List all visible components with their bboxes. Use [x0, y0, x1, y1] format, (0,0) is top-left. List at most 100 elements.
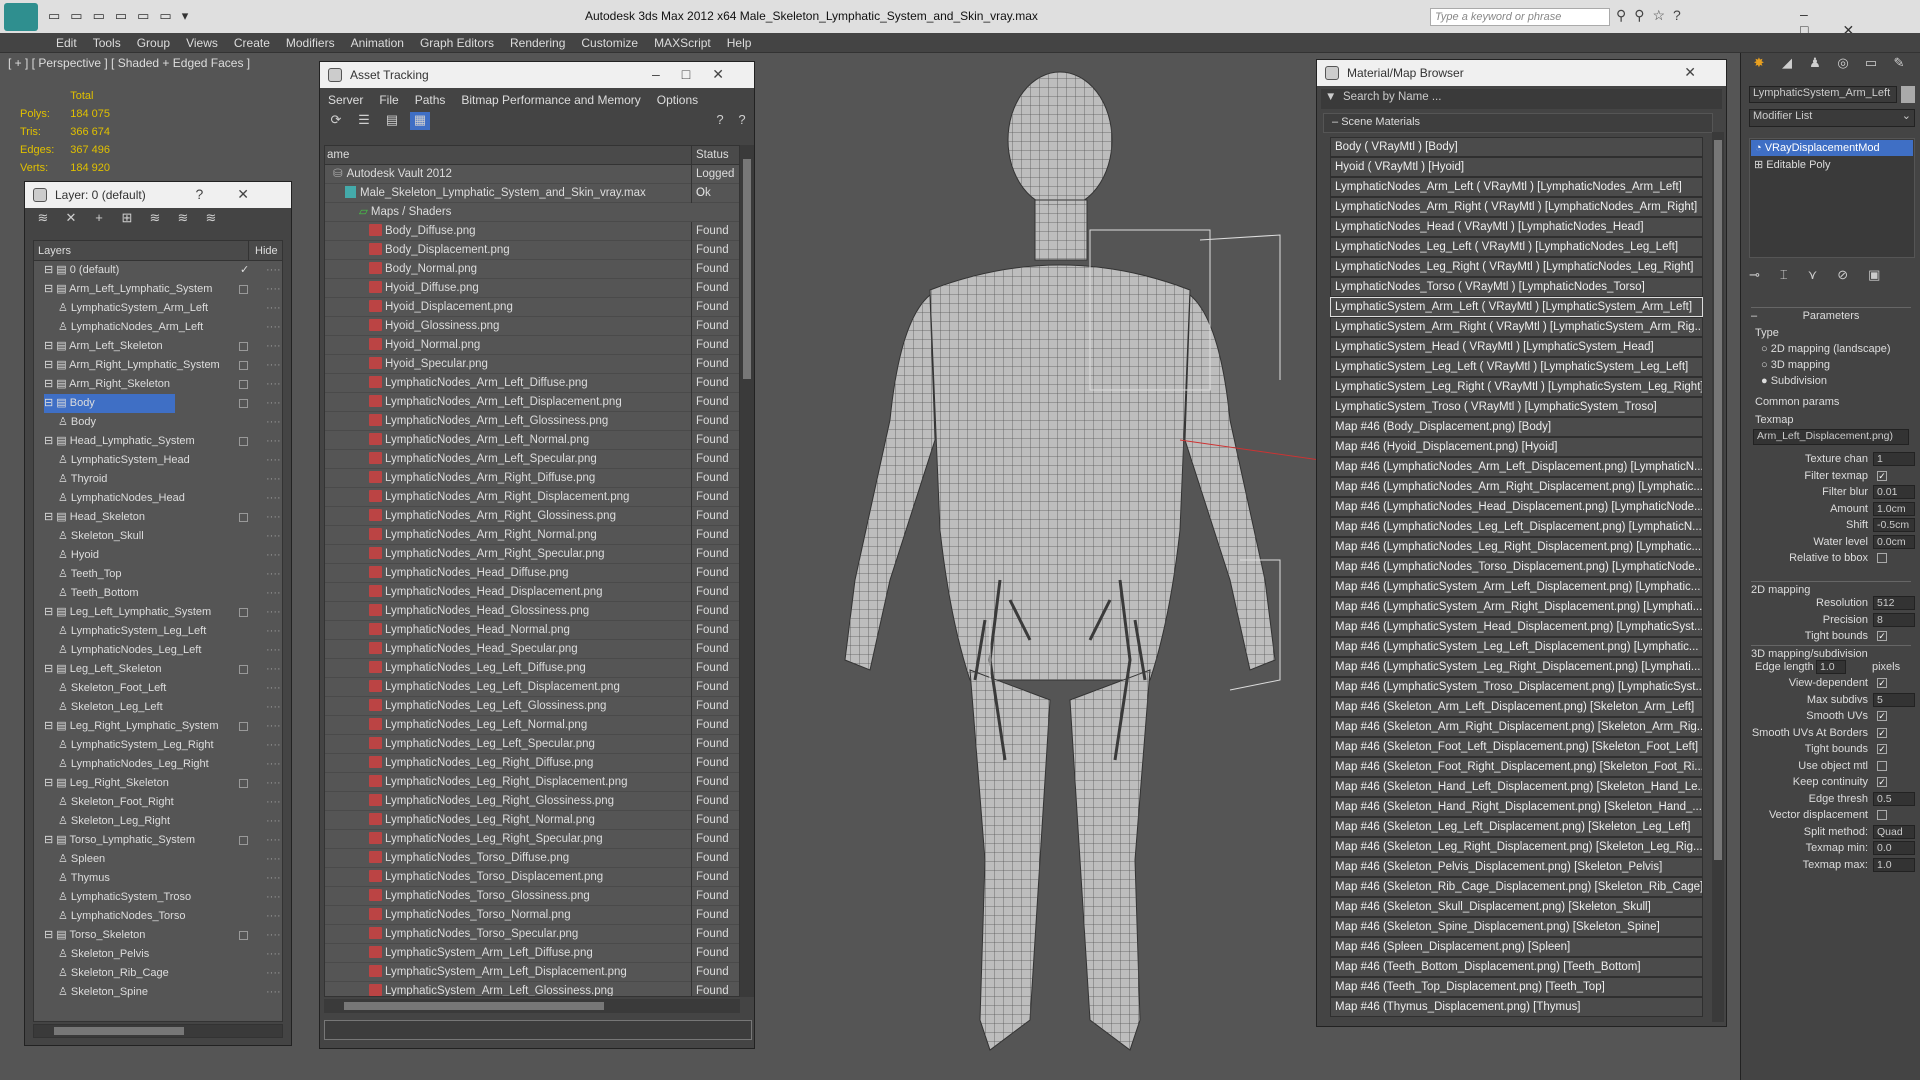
- layer-row[interactable]: ♙ LymphaticNodes_Arm_Left ····: [34, 318, 282, 337]
- layer-row[interactable]: ♙ Skeleton_Spine ····: [34, 983, 282, 1002]
- material-item[interactable]: LymphaticSystem_Leg_Right ( VRayMtl ) [L…: [1330, 377, 1703, 397]
- material-item[interactable]: Map #46 (LymphaticSystem_Head_Displaceme…: [1330, 617, 1703, 637]
- menu-tools[interactable]: Tools: [85, 33, 129, 50]
- hide-checkbox[interactable]: [239, 665, 248, 674]
- asset-row[interactable]: Hyoid_Normal.png Found: [325, 336, 739, 355]
- param-spinner[interactable]: 512: [1873, 596, 1915, 610]
- menu-customize[interactable]: Customize: [573, 33, 646, 50]
- add-to-layer-icon[interactable]: +: [89, 210, 109, 228]
- param-checkbox[interactable]: ✓: [1877, 678, 1887, 688]
- layer-options-icon[interactable]: ····: [266, 337, 281, 356]
- layer-hscrollbar[interactable]: [33, 1024, 283, 1038]
- asset-row[interactable]: LymphaticNodes_Torso_Glossiness.png Found: [325, 887, 739, 906]
- layer-options-icon[interactable]: ····: [266, 470, 281, 489]
- material-item[interactable]: LymphaticNodes_Torso ( VRayMtl ) [Lympha…: [1330, 277, 1703, 297]
- layer-options-icon[interactable]: ····: [266, 926, 281, 945]
- material-item[interactable]: Map #46 (LymphaticNodes_Leg_Right_Displa…: [1330, 537, 1703, 557]
- detail-view-icon[interactable]: ▤: [382, 112, 402, 130]
- param-spinner[interactable]: 1: [1873, 452, 1915, 466]
- asset-window-controls[interactable]: –□✕: [652, 66, 746, 83]
- layer-row[interactable]: ⊟ ▤ Arm_Left_Skeleton ····: [34, 337, 282, 356]
- search-field[interactable]: Type a keyword or phrase: [1430, 8, 1610, 26]
- material-search-input[interactable]: ▼ Search by Name ...: [1321, 89, 1722, 109]
- material-item[interactable]: Map #46 (LymphaticSystem_Leg_Right_Displ…: [1330, 657, 1703, 677]
- asset-row[interactable]: Body_Displacement.png Found: [325, 241, 739, 260]
- layer-options-icon[interactable]: ····: [266, 888, 281, 907]
- param-checkbox[interactable]: [1877, 553, 1887, 563]
- layer-options-icon[interactable]: ····: [266, 413, 281, 432]
- layer-options-icon[interactable]: ····: [266, 831, 281, 850]
- param-spinner[interactable]: 0.0cm: [1873, 534, 1915, 549]
- layer-options-icon[interactable]: ····: [266, 375, 281, 394]
- layer-options-icon[interactable]: ····: [266, 280, 281, 299]
- layer-row[interactable]: ⊟ ▤ Arm_Left_Lymphatic_System ····: [34, 280, 282, 299]
- asset-row[interactable]: LymphaticNodes_Leg_Right_Diffuse.png Foun…: [325, 754, 739, 773]
- material-item[interactable]: Map #46 (Skeleton_Foot_Left_Displacement…: [1330, 737, 1703, 757]
- param-checkbox[interactable]: [1877, 760, 1887, 771]
- stack-item-vraydisplacementmod[interactable]: ◔ VRayDisplacementMod: [1751, 140, 1913, 156]
- asset-row[interactable]: LymphaticNodes_Arm_Left_Displacement.png…: [325, 393, 739, 412]
- asset-row[interactable]: LymphaticNodes_Leg_Left_Displacement.png…: [325, 678, 739, 697]
- delete-layer-icon[interactable]: ✕: [61, 210, 81, 228]
- material-item[interactable]: Map #46 (Hyoid_Displacement.png) [Hyoid]: [1330, 437, 1703, 457]
- layer-row[interactable]: ⊟ ▤ Leg_Right_Lymphatic_System ····: [34, 717, 282, 736]
- asset-row[interactable]: Hyoid_Specular.png Found: [325, 355, 739, 374]
- layer-options-icon[interactable]: ····: [266, 869, 281, 888]
- param-checkbox[interactable]: ✓: [1877, 727, 1887, 738]
- hide-checkbox[interactable]: [239, 361, 248, 370]
- asset-row[interactable]: LymphaticNodes_Leg_Right_Glossiness.png F…: [325, 792, 739, 811]
- param-checkbox[interactable]: [1877, 810, 1887, 820]
- layer-options-icon[interactable]: ····: [266, 584, 281, 603]
- param-checkbox[interactable]: ✓: [1877, 711, 1887, 721]
- material-item[interactable]: Map #46 (Skeleton_Rib_Cage_Displacement.…: [1330, 877, 1703, 897]
- layer-row[interactable]: ⊟ ▤ Arm_Right_Skeleton ····: [34, 375, 282, 394]
- layer-options-icon[interactable]: ····: [266, 508, 281, 527]
- asset-row[interactable]: ⛁ Autodesk Vault 2012 Logged O: [325, 165, 739, 203]
- asset-menu-paths[interactable]: Paths: [415, 93, 446, 107]
- param-checkbox[interactable]: ✓: [1877, 777, 1887, 787]
- layer-row[interactable]: ♙ Skeleton_Rib_Cage ····: [34, 964, 282, 983]
- menu-group[interactable]: Group: [129, 33, 178, 50]
- asset-row[interactable]: ▱ Maps / Shaders: [325, 203, 739, 222]
- layer-row[interactable]: ♙ LymphaticSystem_Arm_Left ····: [34, 299, 282, 318]
- param-spinner[interactable]: 5: [1873, 692, 1915, 707]
- param-checkbox[interactable]: ✓: [1877, 631, 1887, 641]
- param-spinner[interactable]: 0.5: [1873, 791, 1915, 806]
- layer-row[interactable]: ♙ Spleen ····: [34, 850, 282, 869]
- param-spinner[interactable]: 1.0: [1873, 857, 1915, 872]
- app-logo-icon[interactable]: [4, 3, 38, 31]
- layer-options-icon[interactable]: ····: [266, 812, 281, 831]
- asset-row[interactable]: LymphaticNodes_Leg_Right_Specular.png Fou…: [325, 830, 739, 849]
- column-hide[interactable]: Hide: [248, 241, 278, 261]
- asset-row[interactable]: Hyoid_Diffuse.png Found: [325, 279, 739, 298]
- layer-options-icon[interactable]: ····: [266, 489, 281, 508]
- material-item[interactable]: Map #46 (Skeleton_Pelvis_Displacement.pn…: [1330, 857, 1703, 877]
- material-vscrollbar[interactable]: [1712, 132, 1724, 1022]
- layer-options-icon[interactable]: ····: [266, 394, 281, 413]
- hide-checkbox[interactable]: [239, 399, 248, 408]
- param-checkbox[interactable]: ✓: [1877, 744, 1887, 754]
- layer-row[interactable]: ♙ LymphaticNodes_Leg_Left ····: [34, 641, 282, 660]
- layer-row[interactable]: ⊟ ▤ Body ····: [34, 394, 282, 413]
- texmap-button[interactable]: Arm_Left_Displacement.png): [1753, 429, 1909, 445]
- material-item[interactable]: Map #46 (Skeleton_Hand_Left_Displacement…: [1330, 777, 1703, 797]
- asset-row[interactable]: Male_Skeleton_Lymphatic_System_and_Skin_…: [325, 184, 739, 203]
- asset-row[interactable]: LymphaticNodes_Torso_Normal.png Found: [325, 906, 739, 925]
- create-tab-icon[interactable]: ✸: [1749, 55, 1769, 73]
- layer-options-icon[interactable]: ····: [266, 907, 281, 926]
- layer-row[interactable]: ♙ Skeleton_Foot_Right ····: [34, 793, 282, 812]
- material-item[interactable]: Hyoid ( VRayMtl ) [Hyoid]: [1330, 157, 1703, 177]
- asset-tracking-titlebar[interactable]: Asset Tracking –□✕: [320, 62, 754, 88]
- layer-row[interactable]: ♙ Skeleton_Pelvis ····: [34, 945, 282, 964]
- asset-row[interactable]: LymphaticNodes_Leg_Right_Normal.png Found: [325, 811, 739, 830]
- asset-row[interactable]: LymphaticNodes_Head_Glossiness.png Found: [325, 602, 739, 621]
- edge-length-spinner[interactable]: 1.0: [1816, 660, 1846, 674]
- radio-3d-mapping[interactable]: ○ 3D mapping: [1761, 359, 1830, 371]
- layer-row[interactable]: ⊟ ▤ Torso_Lymphatic_System ····: [34, 831, 282, 850]
- material-item[interactable]: Map #46 (LymphaticSystem_Arm_Right_Displ…: [1330, 597, 1703, 617]
- material-item[interactable]: Map #46 (Body_Displacement.png) [Body]: [1330, 417, 1703, 437]
- search-options-icon[interactable]: ▼: [1325, 91, 1336, 103]
- hide-checkbox[interactable]: [239, 513, 248, 522]
- hide-checkbox[interactable]: [239, 437, 248, 446]
- layer-options-icon[interactable]: ····: [266, 299, 281, 318]
